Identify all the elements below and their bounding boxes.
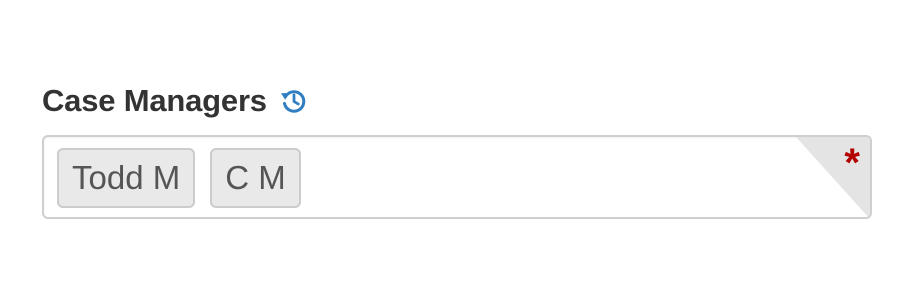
token-label: C M <box>225 159 286 196</box>
token-c-m[interactable]: C M <box>210 148 301 208</box>
token-label: Todd M <box>72 159 181 196</box>
history-icon-graphic <box>280 90 306 113</box>
case-managers-field: Case Managers Todd M C M * <box>42 82 874 219</box>
field-label-row: Case Managers <box>42 82 874 120</box>
field-label: Case Managers <box>42 83 267 118</box>
selected-tokens: Todd M C M <box>57 148 301 208</box>
required-asterisk: * <box>844 141 860 185</box>
case-managers-token-input[interactable]: Todd M C M * <box>42 135 872 219</box>
token-todd-m[interactable]: Todd M <box>57 148 196 208</box>
history-icon[interactable] <box>279 86 309 116</box>
